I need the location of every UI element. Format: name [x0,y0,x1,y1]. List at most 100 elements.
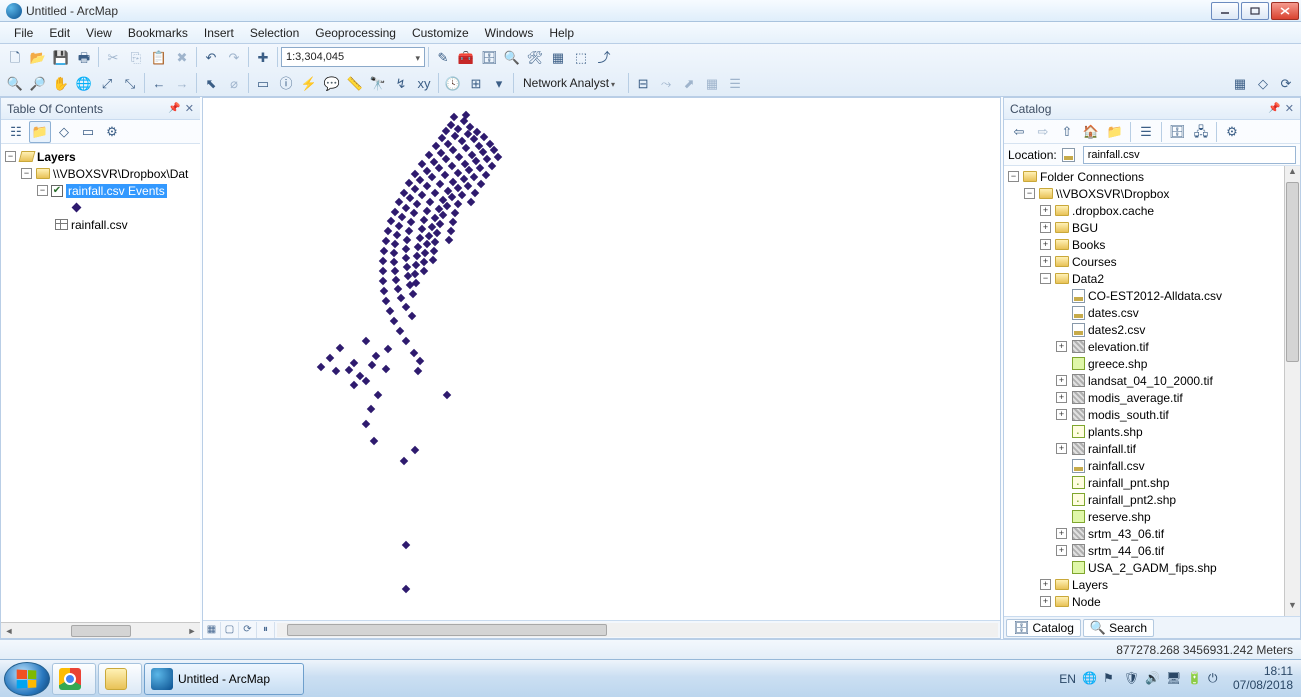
map-point[interactable] [433,229,441,237]
cat-folder[interactable]: +BGU [1004,219,1284,236]
map-point[interactable] [410,349,418,357]
map-point[interactable] [409,290,417,298]
map-point[interactable] [420,258,428,266]
tree-toggle[interactable]: − [1008,171,1019,182]
time-slider-button[interactable]: 🕓 [442,72,464,94]
tree-toggle[interactable]: + [1040,205,1051,216]
minimize-button[interactable] [1211,2,1239,20]
na-select-button[interactable]: ⬈ [678,72,700,94]
catalog-button[interactable]: 🗄 [478,46,500,68]
location-input[interactable] [1083,146,1296,164]
map-point[interactable] [421,249,429,257]
map-point[interactable] [350,381,358,389]
back-button[interactable]: ← [148,72,170,94]
cat-item[interactable]: +srtm_43_06.tif [1004,525,1284,542]
start-button[interactable] [4,662,50,696]
cat-item[interactable]: +elevation.tif [1004,338,1284,355]
cat-options-button[interactable]: ⚙ [1221,121,1243,143]
map-point[interactable] [402,204,410,212]
map-point[interactable] [411,446,419,454]
tree-symbol[interactable] [1,199,200,216]
map-point[interactable] [413,200,421,208]
tab-search[interactable]: 🔍Search [1083,619,1154,637]
zoom-in-button[interactable]: 🔍 [4,72,26,94]
menu-bookmarks[interactable]: Bookmarks [120,24,196,42]
identify-button[interactable]: ⓘ [275,72,297,94]
map-point[interactable] [477,180,485,188]
tree-toggle[interactable]: + [1040,579,1051,590]
map-point[interactable] [420,267,428,275]
menu-edit[interactable]: Edit [41,24,78,42]
map-point[interactable] [482,171,490,179]
layer-visibility-checkbox[interactable]: ✔ [51,185,63,197]
map-point[interactable] [400,457,408,465]
clear-selection-button[interactable]: ⌀ [223,72,245,94]
map-point[interactable] [447,227,455,235]
task-arcmap[interactable]: Untitled - ArcMap [144,663,304,695]
tree-toggle[interactable]: + [1056,341,1067,352]
map-canvas[interactable] [203,98,1000,620]
map-point[interactable] [367,405,375,413]
map-point[interactable] [362,377,370,385]
zoom-out-button[interactable]: 🔎 [27,72,49,94]
cat-connection[interactable]: −\\VBOXSVR\Dropbox [1004,185,1284,202]
map-point[interactable] [423,182,431,190]
cat-item[interactable]: plants.shp [1004,423,1284,440]
tree-toggle[interactable]: + [1040,239,1051,250]
map-point[interactable] [441,171,449,179]
map-point[interactable] [326,354,334,362]
paste-button[interactable]: 📋 [148,46,170,68]
tree-events-layer[interactable]: − ✔ rainfall.csv Events [1,182,200,199]
map-point[interactable] [402,245,410,253]
map-point[interactable] [402,541,410,549]
cat-connect-db-button[interactable]: 🗄 [1166,121,1188,143]
map-point[interactable] [411,270,419,278]
collapse-icon[interactable]: − [5,151,16,162]
menu-customize[interactable]: Customize [404,24,477,42]
map-point[interactable] [395,222,403,230]
map-point[interactable] [382,297,390,305]
maximize-button[interactable] [1241,2,1269,20]
map-point[interactable] [386,307,394,315]
map-point[interactable] [402,337,410,345]
list-by-visibility-button[interactable]: ◇ [53,121,75,143]
collapse-icon[interactable]: − [37,185,48,196]
cat-item[interactable]: rainfall_pnt2.shp [1004,491,1284,508]
map-point[interactable] [414,367,422,375]
close-button[interactable] [1271,2,1299,20]
cat-folder[interactable]: +Node [1004,593,1284,610]
map-point[interactable] [476,164,484,172]
menu-view[interactable]: View [78,24,120,42]
menu-file[interactable]: File [6,24,41,42]
map-point[interactable] [430,247,438,255]
cat-folder[interactable]: +Courses [1004,253,1284,270]
map-point[interactable] [391,240,399,248]
map-point[interactable] [445,236,453,244]
hyperlink-button[interactable]: ⚡ [298,72,320,94]
find-route-button[interactable]: ↯ [390,72,412,94]
map-point[interactable] [488,162,496,170]
map-point[interactable] [436,180,444,188]
pin-icon[interactable]: 📌 [168,103,180,114]
cat-item[interactable]: CO-EST2012-Alldata.csv [1004,287,1284,304]
map-point[interactable] [380,247,388,255]
map-point[interactable] [406,194,414,202]
map-point[interactable] [387,217,395,225]
map-point[interactable] [416,234,424,242]
action-center-icon[interactable]: ⚑ [1103,671,1118,686]
cat-item[interactable]: +modis_south.tif [1004,406,1284,423]
cat-folder[interactable]: +Books [1004,236,1284,253]
map-point[interactable] [368,361,376,369]
redo-button[interactable]: ↷ [223,46,245,68]
tree-toggle[interactable]: + [1056,545,1067,556]
map-point[interactable] [317,363,325,371]
viewer-dd-button[interactable]: ▾ [488,72,510,94]
map-point[interactable] [418,191,426,199]
cat-item[interactable]: +rainfall.tif [1004,440,1284,457]
toc-close-button[interactable]: ✕ [185,102,194,115]
map-point[interactable] [398,213,406,221]
map-point[interactable] [332,367,340,375]
cat-item[interactable]: rainfall.csv [1004,457,1284,474]
map-point[interactable] [392,276,400,284]
map-point[interactable] [448,193,456,201]
